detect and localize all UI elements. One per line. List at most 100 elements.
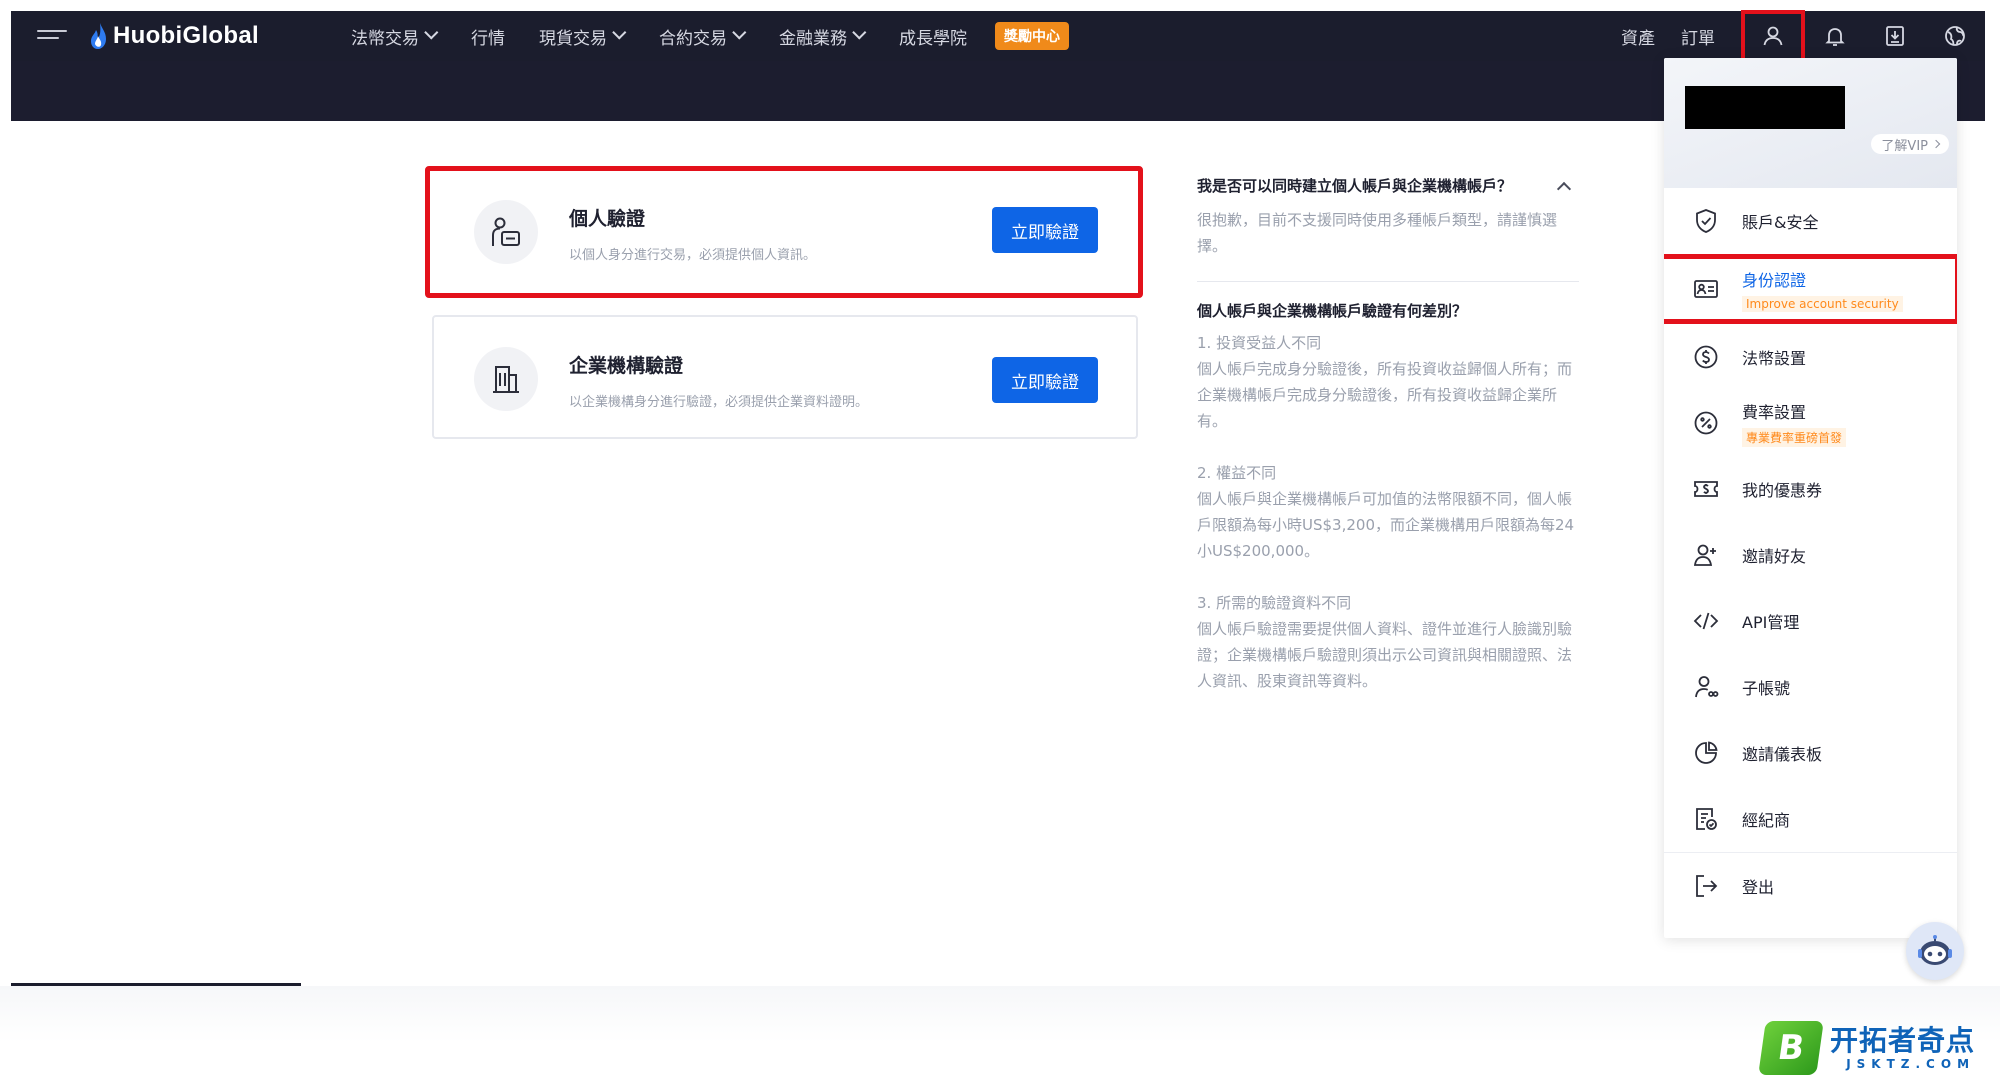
menu-sub-accounts[interactable]: 子帳號 (1664, 654, 1957, 720)
watermark: B 开拓者奇点 JSKTZ.COM (1758, 1020, 1976, 1076)
menu-fiat-settings[interactable]: 法幣設置 (1664, 324, 1957, 390)
nav-assets[interactable]: 資產 (1621, 24, 1655, 49)
chevron-up-icon (1556, 181, 1572, 197)
menu-fee-settings[interactable]: 費率設置 專業費率重磅首發 (1664, 390, 1957, 456)
id-card-icon (1694, 280, 1718, 298)
nav-finance[interactable]: 金融業務 (779, 24, 867, 49)
faq-panel: 我是否可以同時建立個人帳戶與企業機構帳戶？ 很抱歉，目前不支援同時使用多種帳戶類… (1197, 175, 1579, 694)
nav-label: 金融業務 (779, 28, 847, 49)
brand-name: HuobiGlobal (113, 22, 259, 49)
menu-label: 我的優惠券 (1742, 481, 1823, 500)
main-nav: HuobiGlobal 法幣交易 行情 現貨交易 合約交易 金融業務 成長學院 … (11, 9, 1985, 62)
faq-diff-body: 個人帳戶完成身分驗證後，所有投資收益歸個人所有；而企業機構帳戶完成身分驗證後，所… (1197, 360, 1573, 430)
language-button[interactable] (1925, 11, 1985, 61)
brand-logo[interactable]: HuobiGlobal (89, 20, 259, 52)
chevron-right-icon (1931, 139, 1941, 149)
nav-label: 現貨交易 (539, 28, 607, 49)
nav-markets[interactable]: 行情 (471, 24, 505, 49)
vip-link[interactable]: 了解VIP (1871, 134, 1949, 154)
faq-question-toggle[interactable]: 我是否可以同時建立個人帳戶與企業機構帳戶？ (1197, 175, 1579, 197)
card-title: 企業機構驗證 (569, 355, 684, 377)
menu-invite-friends[interactable]: 邀請好友 (1664, 522, 1957, 588)
user-icon (1763, 26, 1783, 45)
faq-question: 個人帳戶與企業機構帳戶驗證有何差別？ (1197, 302, 1468, 320)
personal-verification-card: 個人驗證 以個人身分進行交易，必須提供個人資訊。 立即驗證 (425, 166, 1143, 298)
menu-my-coupons[interactable]: 我的優惠券 (1664, 456, 1957, 522)
menu-label: 身份認證 (1742, 270, 1807, 290)
robot-icon (1918, 935, 1952, 965)
nav-right: 資產 訂單 (1621, 9, 1985, 62)
nav-spot-trade[interactable]: 現貨交易 (539, 24, 627, 49)
sub-account-icon (1695, 676, 1719, 698)
bell-icon (1825, 28, 1845, 46)
menu-invite-dashboard[interactable]: 邀請儀表板 (1664, 720, 1957, 786)
menu-label: 經紀商 (1742, 811, 1791, 830)
menu-label: 費率設置 (1742, 403, 1807, 422)
footer-area (0, 986, 2000, 1080)
download-button[interactable] (1865, 11, 1925, 61)
menu-icon[interactable] (37, 30, 67, 44)
coupon-icon (1694, 481, 1718, 497)
menu-label: 邀請好友 (1742, 547, 1807, 566)
chatbot-button[interactable] (1906, 922, 1964, 980)
verify-personal-button[interactable]: 立即驗證 (992, 207, 1098, 253)
menu-label: 法幣設置 (1742, 349, 1807, 368)
download-icon (1886, 26, 1904, 46)
enterprise-verification-card: 企業機構驗證 以企業機構身分進行驗證，必須提供企業資料證明。 立即驗證 (432, 315, 1138, 439)
faq-diff-heading: 2. 權益不同 (1197, 464, 1277, 482)
nav-label: 合約交易 (659, 28, 727, 49)
faq-diff-heading: 1. 投資受益人不同 (1197, 334, 1322, 352)
dropdown-list: 賬戶&安全 身份認證 Improve account security 法幣設置… (1664, 188, 1957, 919)
faq-answer: 很抱歉，目前不支援同時使用多種帳戶類型，請謹慎選擇。 (1197, 211, 1558, 255)
nav-orders[interactable]: 訂單 (1681, 24, 1715, 49)
nav-label: 行情 (471, 28, 505, 49)
nav-fiat-trade[interactable]: 法幣交易 (351, 24, 439, 49)
divider (1197, 281, 1579, 282)
nav-menu: 法幣交易 行情 現貨交易 合約交易 金融業務 成長學院 獎勵中心 (351, 11, 1069, 61)
chevron-down-icon (424, 25, 439, 40)
watermark-en: JSKTZ.COM (1846, 1057, 1976, 1071)
dropdown-header: 了解VIP (1664, 58, 1957, 188)
nav-academy[interactable]: 成長學院 (899, 24, 967, 49)
chevron-down-icon (612, 25, 627, 40)
card-description: 以企業機構身分進行驗證，必須提供企業資料證明。 (569, 395, 869, 410)
redacted-username (1685, 86, 1845, 129)
menu-label: 賬戶&安全 (1742, 213, 1819, 232)
faq-diff-body: 個人帳戶驗證需要提供個人資料、證件並進行人臉識別驗證；企業機構帳戶驗證則須出示公… (1197, 620, 1573, 690)
logout-icon (1696, 875, 1718, 897)
menu-label: 子帳號 (1742, 679, 1791, 698)
dollar-circle-icon (1694, 345, 1718, 369)
code-icon (1693, 612, 1719, 630)
menu-api-management[interactable]: API管理 (1664, 588, 1957, 654)
verify-enterprise-button[interactable]: 立即驗證 (992, 357, 1098, 403)
menu-identity-verification[interactable]: 身份認證 Improve account security (1664, 254, 1957, 324)
card-description: 以個人身分進行交易，必須提供個人資訊。 (569, 248, 817, 263)
card-title: 個人驗證 (569, 208, 646, 230)
nav-contract-trade[interactable]: 合約交易 (659, 24, 747, 49)
page: { "nav": { "brand": "HuobiGlobal", "item… (0, 0, 2000, 1080)
menu-logout[interactable]: 登出 (1664, 853, 1957, 919)
faq-question: 我是否可以同時建立個人帳戶與企業機構帳戶？ (1197, 177, 1513, 195)
globe-icon (1945, 26, 1965, 46)
user-menu-button[interactable] (1741, 9, 1805, 62)
chevron-down-icon (852, 25, 867, 40)
user-dropdown-menu: 了解VIP 賬戶&安全 身份認證 Improve account securit… (1664, 58, 1957, 938)
watermark-cn: 开拓者奇点 (1830, 1024, 1976, 1057)
notifications-button[interactable] (1805, 11, 1865, 61)
watermark-logo: B (1758, 1021, 1824, 1075)
pie-chart-icon (1695, 741, 1718, 764)
menu-label: API管理 (1742, 613, 1800, 632)
menu-broker[interactable]: 經紀商 (1664, 786, 1957, 852)
menu-account-security[interactable]: 賬戶&安全 (1664, 188, 1957, 254)
rewards-center-button[interactable]: 獎勵中心 (995, 22, 1069, 50)
building-icon (474, 347, 538, 411)
chevron-down-icon (732, 25, 747, 40)
flame-icon (91, 23, 106, 49)
add-user-icon (1693, 544, 1716, 566)
menu-tag: Improve account security (1742, 295, 1903, 312)
vip-label: 了解VIP (1881, 138, 1928, 154)
percent-icon (1694, 411, 1718, 435)
person-id-icon (474, 200, 538, 264)
nav-label: 法幣交易 (351, 28, 419, 49)
watermark-text: 开拓者奇点 JSKTZ.COM (1830, 1024, 1976, 1072)
